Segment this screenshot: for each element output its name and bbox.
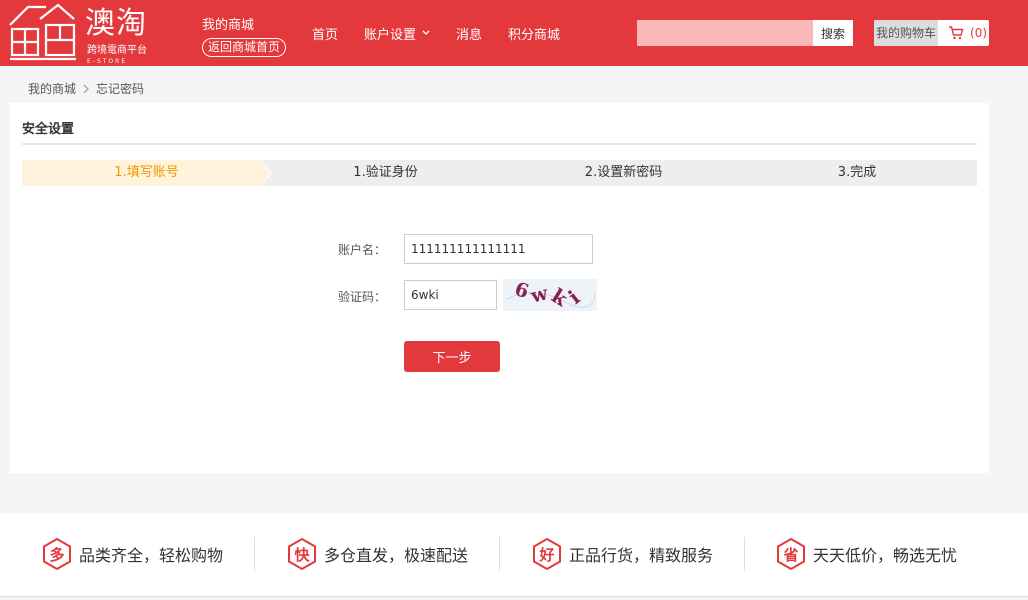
captcha-label: 验证码： — [337, 290, 386, 304]
feature-badge-text: 多 — [49, 545, 65, 564]
nav-messages[interactable]: 消息 — [456, 24, 482, 43]
hexagon-badge-icon: 快 — [286, 537, 318, 571]
next-step-button[interactable]: 下一步 — [404, 341, 500, 372]
feature-badge-text: 省 — [783, 545, 799, 564]
account-name-label: 账户名： — [337, 243, 386, 257]
logo-mark-icon — [9, 3, 76, 61]
breadcrumb: 我的商城 忘记密码 — [28, 80, 144, 97]
cart-count: (0) — [970, 26, 988, 40]
svg-text:6: 6 — [512, 279, 531, 303]
feature-divider — [254, 537, 255, 571]
feature-genuine: 好 正品行货，精致服务 — [531, 537, 713, 571]
service-features-bar: 多 品类齐全，轻松购物 快 多仓直发，极速配送 好 正品行货，精致服务 省 天天… — [0, 513, 1028, 597]
hexagon-badge-icon: 省 — [775, 537, 807, 571]
logo-subtitle: 跨境電商平台 — [87, 45, 147, 56]
security-settings-panel: 安全设置 1.填写账号 1.验证身份 2.设置新密码 3.完成 账户名： 验证码… — [10, 103, 989, 473]
step-verify-identity: 1.验证身份 — [261, 160, 510, 186]
feature-variety: 多 品类齐全，轻松购物 — [41, 537, 223, 571]
svg-text:w: w — [528, 282, 551, 308]
site-logo[interactable]: 澳淘 跨境電商平台 E-STORE — [8, 3, 148, 65]
cart-label: 我的购物车 — [874, 20, 939, 46]
feature-text: 品类齐全，轻松购物 — [79, 546, 224, 565]
feature-divider — [744, 537, 745, 571]
hexagon-badge-icon: 好 — [531, 537, 563, 571]
step-complete: 3.完成 — [737, 160, 977, 186]
panel-title: 安全设置 — [22, 122, 75, 137]
nav-account-settings[interactable]: 账户设置 — [364, 24, 430, 43]
main-nav: 首页 账户设置 消息 积分商城 — [312, 0, 586, 66]
nav-points-mall-label: 积分商城 — [508, 27, 561, 43]
feature-text: 正品行货，精致服务 — [569, 546, 714, 565]
feature-low-price: 省 天天低价，畅选无忧 — [775, 537, 957, 571]
captcha-input[interactable] — [404, 280, 497, 310]
feature-badge-text: 快 — [294, 545, 310, 564]
feature-badge-text: 好 — [539, 545, 555, 564]
breadcrumb-home[interactable]: 我的商城 — [28, 80, 76, 97]
step-enter-account: 1.填写账号 — [22, 160, 271, 186]
progress-steps: 1.填写账号 1.验证身份 2.设置新密码 3.完成 — [22, 160, 977, 186]
feature-fast-delivery: 快 多仓直发，极速配送 — [286, 537, 468, 571]
nav-account-settings-label: 账户设置 — [364, 27, 417, 43]
feature-divider — [499, 537, 500, 571]
cart-button[interactable]: 我的购物车 (0) — [874, 20, 989, 46]
search-input[interactable] — [637, 20, 813, 46]
hexagon-badge-icon: 多 — [41, 537, 73, 571]
account-name-input[interactable] — [404, 234, 593, 264]
cart-icon — [948, 26, 964, 40]
captcha-image[interactable]: 6 w k i — [503, 278, 597, 312]
nav-home-label: 首页 — [312, 27, 339, 43]
breadcrumb-current: 忘记密码 — [96, 82, 145, 96]
my-mall-title: 我的商城 — [202, 18, 255, 33]
panel-divider — [22, 143, 977, 145]
step-set-new-password: 2.设置新密码 — [499, 160, 748, 186]
search-button[interactable]: 搜索 — [813, 20, 853, 46]
feature-text: 天天低价，畅选无忧 — [813, 546, 958, 565]
nav-home[interactable]: 首页 — [312, 24, 338, 43]
back-to-mall-home-link[interactable]: 返回商城首页 — [202, 38, 287, 57]
chevron-right-icon — [83, 84, 89, 94]
logo-tagline: E-STORE — [87, 58, 128, 65]
feature-text: 多仓直发，极速配送 — [324, 546, 469, 565]
logo-name: 澳淘 — [85, 6, 147, 41]
top-header: 澳淘 跨境電商平台 E-STORE 我的商城 返回商城首页 首页 账户设置 消息… — [0, 0, 1028, 66]
nav-points-mall[interactable]: 积分商城 — [508, 24, 560, 43]
chevron-down-icon — [422, 30, 430, 35]
nav-messages-label: 消息 — [456, 27, 483, 43]
